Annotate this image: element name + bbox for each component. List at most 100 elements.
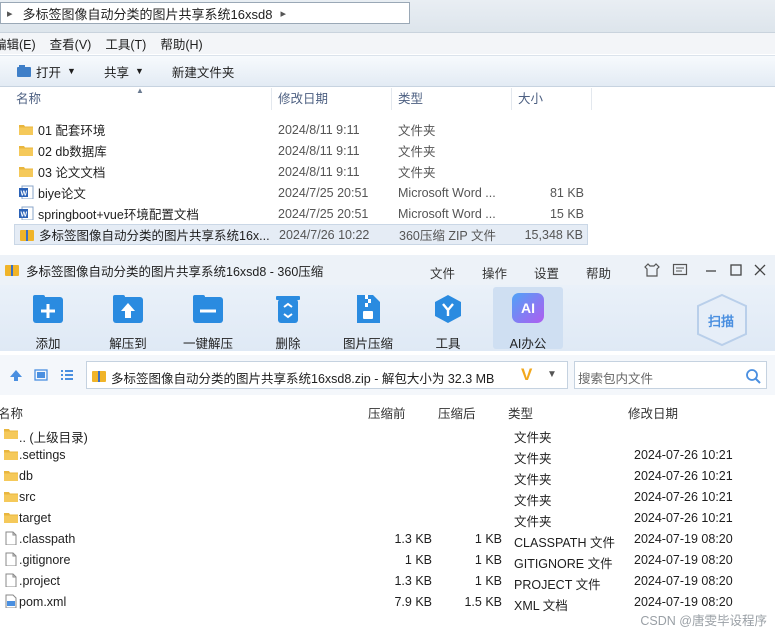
zip-entry-name: .settings bbox=[19, 448, 66, 462]
zip-entry-compressed: 7.9 KB bbox=[394, 595, 432, 609]
col-name[interactable]: 名称 ▲ bbox=[10, 86, 272, 110]
extract-to-button[interactable]: 解压到 bbox=[93, 287, 163, 351]
xml-file-icon bbox=[5, 594, 17, 608]
zip-row[interactable]: target 文件夹 2024-07-26 10:21 bbox=[0, 507, 775, 529]
file-type: 文件夹 bbox=[398, 124, 436, 138]
zip-menu-help[interactable]: 帮助 bbox=[586, 263, 611, 282]
zip-menu-file[interactable]: 文件 bbox=[430, 263, 455, 282]
file-row[interactable]: 02 db数据库 2024/8/11 9:11 文件夹 bbox=[14, 140, 588, 161]
folder-icon bbox=[4, 450, 18, 460]
file-name: 多标签图像自动分类的图片共享系统16x... bbox=[39, 229, 270, 243]
col-type[interactable]: 类型 bbox=[392, 88, 512, 110]
arrow-up-icon[interactable] bbox=[9, 369, 23, 381]
file-date: 2024/8/11 9:11 bbox=[278, 143, 360, 158]
col-type-label: 类型 bbox=[398, 92, 424, 106]
zcol-modified[interactable]: 修改日期 bbox=[628, 403, 678, 422]
zip-entry-uncompressed: 1 KB bbox=[474, 574, 502, 588]
zip-row[interactable]: .. (上级目录) 文件夹 bbox=[0, 423, 775, 445]
file-icon bbox=[5, 573, 17, 587]
zip-row[interactable]: .gitignore 1 KB 1 KB GITIGNORE 文件 2024-07-19… bbox=[0, 549, 775, 571]
zip-entry-type: XML 文档 bbox=[514, 599, 568, 613]
ai-office-label: AI办公 bbox=[509, 337, 547, 351]
minimize-icon[interactable] bbox=[704, 263, 718, 277]
col-size-label: 大小 bbox=[518, 92, 544, 106]
file-size: 15 KB bbox=[549, 206, 584, 221]
file-row[interactable]: 03 论文文档 2024/8/11 9:11 文件夹 bbox=[14, 161, 588, 182]
file-row[interactable]: Wspringboot+vue环境配置文档 2024/7/25 20:51 Micr… bbox=[14, 203, 588, 224]
delete-button[interactable]: 删除 bbox=[253, 287, 323, 351]
menu-edit[interactable]: 编辑(E) bbox=[0, 34, 36, 53]
list-view-icon[interactable] bbox=[60, 369, 74, 381]
extract-to-label: 解压到 bbox=[109, 337, 147, 351]
zip-entry-modified: 2024-07-19 08:20 bbox=[634, 553, 733, 567]
tools-label: 工具 bbox=[435, 337, 461, 351]
file-date: 2024/7/25 20:51 bbox=[278, 185, 369, 200]
file-type: 文件夹 bbox=[398, 166, 436, 180]
zip-path-bar: 多标签图像自动分类的图片共享系统16xsd8.zip - 解包大小为 32.3 … bbox=[0, 355, 775, 395]
folder-icon bbox=[19, 125, 33, 135]
path-field[interactable]: 多标签图像自动分类的图片共享系统16xsd8.zip - 解包大小为 32.3 … bbox=[86, 361, 568, 389]
zcol-compressed[interactable]: 压缩前 bbox=[368, 403, 406, 422]
file-name: springboot+vue环境配置文档 bbox=[38, 208, 199, 222]
zip-row[interactable]: db 文件夹 2024-07-26 10:21 bbox=[0, 465, 775, 487]
chevron-right-icon[interactable]: ▸ bbox=[280, 7, 286, 20]
one-click-extract-button[interactable]: 一键解压 bbox=[173, 287, 243, 351]
search-input[interactable]: 搜索包内文件 bbox=[578, 368, 653, 387]
search-field[interactable]: 搜索包内文件 bbox=[574, 361, 767, 389]
zip-menu-settings[interactable]: 设置 bbox=[534, 263, 559, 282]
explorer-window: ▸ 多标签图像自动分类的图片共享系统16xsd8 ▸ 编辑(E) 查看(V) 工… bbox=[0, 0, 775, 252]
menu-view[interactable]: 查看(V) bbox=[50, 34, 92, 53]
thumbnail-view-icon[interactable] bbox=[34, 369, 48, 381]
zip-entry-name: db bbox=[19, 469, 33, 483]
file-size: 81 KB bbox=[549, 185, 584, 200]
feedback-icon[interactable] bbox=[672, 263, 688, 277]
close-icon[interactable] bbox=[753, 263, 767, 277]
one-click-extract-label: 一键解压 bbox=[182, 337, 233, 351]
zip-entry-name: pom.xml bbox=[19, 595, 67, 609]
vip-icon[interactable]: V bbox=[521, 365, 532, 385]
share-label: 共享 bbox=[103, 65, 129, 80]
path-text: 多标签图像自动分类的图片共享系统16xsd8.zip - 解包大小为 32.3 … bbox=[111, 372, 495, 386]
zip-row[interactable]: .classpath 1.3 KB 1 KB CLASSPATH 文件 2024-07-… bbox=[0, 528, 775, 550]
zcol-name[interactable]: 名称 bbox=[0, 403, 23, 422]
ai-office-button[interactable]: AI AI办公 bbox=[493, 287, 563, 351]
address-bar: ▸ 多标签图像自动分类的图片共享系统16xsd8 ▸ bbox=[0, 0, 775, 33]
file-row[interactable]: 多标签图像自动分类的图片共享系统16x... 2024/7/26 10:22 360… bbox=[14, 224, 588, 245]
zcol-type[interactable]: 类型 bbox=[508, 403, 533, 422]
new-folder-button[interactable]: 新建文件夹 bbox=[164, 59, 243, 83]
open-icon bbox=[17, 65, 31, 77]
breadcrumb[interactable]: ▸ 多标签图像自动分类的图片共享系统16xsd8 ▸ bbox=[0, 2, 410, 24]
sort-ascending-icon: ▲ bbox=[136, 86, 144, 95]
zip-column-header: 名称 压缩前 压缩后 类型 修改日期 bbox=[0, 400, 775, 422]
menu-help[interactable]: 帮助(H) bbox=[160, 34, 202, 53]
menu-tools[interactable]: 工具(T) bbox=[105, 34, 146, 53]
zip-row[interactable]: pom.xml 7.9 KB 1.5 KB XML 文档 2024-07-19 08:2… bbox=[0, 591, 775, 613]
open-label: 打开 bbox=[36, 65, 62, 80]
zip-row[interactable]: .project 1.3 KB 1 KB PROJECT 文件 2024-07-19 0… bbox=[0, 570, 775, 592]
breadcrumb-item[interactable]: 多标签图像自动分类的图片共享系统16xsd8 bbox=[23, 4, 273, 23]
search-icon[interactable] bbox=[745, 368, 761, 384]
skin-icon[interactable] bbox=[644, 263, 660, 277]
file-date: 2024/8/11 9:11 bbox=[278, 122, 360, 137]
col-size[interactable]: 大小 bbox=[512, 88, 592, 110]
tools-button[interactable]: 工具 bbox=[413, 287, 483, 351]
maximize-icon[interactable] bbox=[729, 263, 743, 277]
zip-entry-modified: 2024-07-26 10:21 bbox=[634, 469, 733, 483]
add-label: 添加 bbox=[35, 337, 61, 351]
file-row[interactable]: 01 配套环境 2024/8/11 9:11 文件夹 bbox=[14, 119, 588, 140]
zip-entry-modified: 2024-07-19 08:20 bbox=[634, 595, 733, 609]
image-compress-label: 图片压缩 bbox=[342, 337, 393, 351]
chevron-down-icon[interactable]: ▼ bbox=[547, 369, 557, 380]
add-button[interactable]: 添加 bbox=[13, 287, 83, 351]
open-button[interactable]: 打开 ▼ bbox=[8, 59, 84, 83]
zip-entry-uncompressed: 1.5 KB bbox=[464, 595, 502, 609]
zcol-uncompressed[interactable]: 压缩后 bbox=[438, 403, 476, 422]
scan-button[interactable]: 扫描 bbox=[694, 293, 750, 347]
zip-file-icon bbox=[20, 230, 34, 241]
zip-row[interactable]: src 文件夹 2024-07-26 10:21 bbox=[0, 486, 775, 508]
file-row[interactable]: Wbiye论文 2024/7/25 20:51 Microsoft Word ...… bbox=[14, 182, 588, 203]
image-compress-button[interactable]: 图片压缩 bbox=[333, 287, 403, 351]
zip-row[interactable]: .settings 文件夹 2024-07-26 10:21 bbox=[0, 444, 775, 466]
col-date[interactable]: 修改日期 bbox=[272, 88, 392, 110]
zip-menu-ops[interactable]: 操作 bbox=[482, 263, 507, 282]
